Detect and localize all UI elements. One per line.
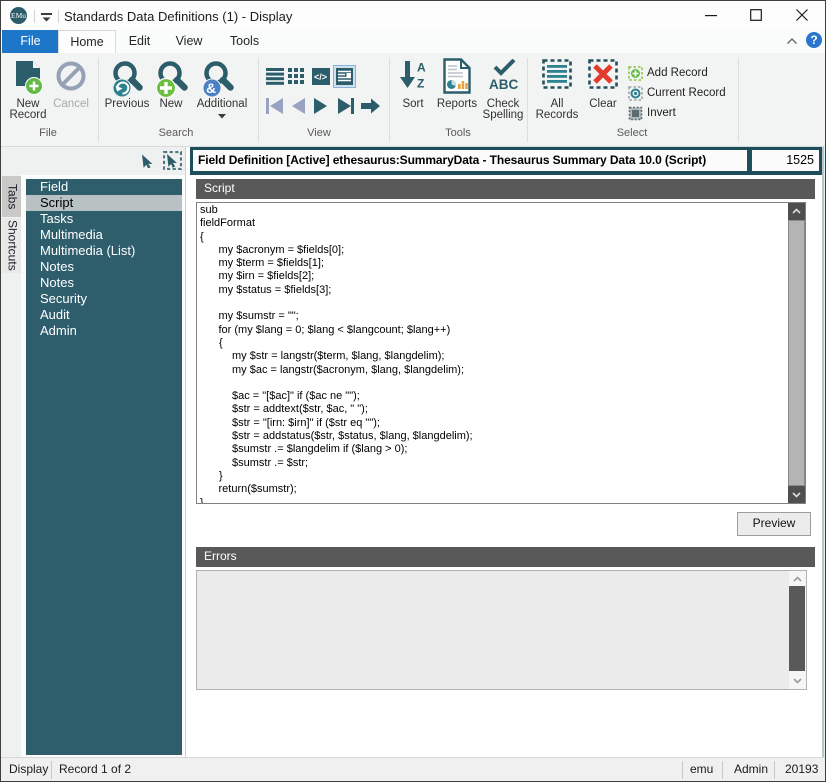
svg-text:</>: </> bbox=[314, 72, 327, 82]
svg-text:A: A bbox=[417, 61, 426, 75]
svg-text:&: & bbox=[206, 80, 216, 96]
svg-text:Z: Z bbox=[417, 77, 424, 91]
svg-text:ABC: ABC bbox=[489, 77, 518, 92]
